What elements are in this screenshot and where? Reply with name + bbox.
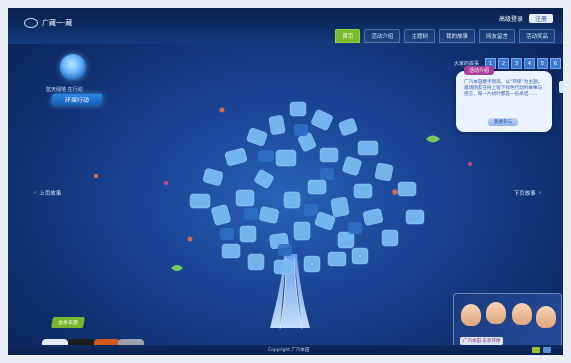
car-lineup-badge: 全系车型 (51, 317, 85, 328)
page-button-5[interactable]: 5 (537, 58, 549, 69)
chevron-right-icon: › (538, 190, 541, 196)
promo-caption: 广汽本田 乐享环保 (460, 337, 504, 345)
person-icon (512, 303, 532, 325)
page-button-4[interactable]: 4 (524, 58, 536, 69)
promo-banner[interactable]: 广汽本田 乐享环保 (453, 293, 562, 349)
next-story-label: 下页故事 (513, 191, 536, 197)
prev-story-label: 上页故事 (39, 191, 62, 197)
footer-bar: Copyright 广汽本田 (8, 345, 563, 355)
prev-story-link[interactable]: ‹ 上页故事 (34, 189, 61, 197)
person-icon (536, 306, 556, 328)
footer-icons (532, 347, 551, 353)
chevron-left-icon: ‹ (34, 190, 37, 196)
person-icon (486, 302, 506, 324)
join-button[interactable]: 我要参与 (488, 118, 518, 126)
share-icon[interactable] (543, 347, 551, 353)
page-button-3[interactable]: 3 (511, 58, 523, 69)
info-text: 广汽本田携手新浪，以“环保”为主题，邀请网友在树上留下绿色行动的故事与感言，每一… (464, 80, 543, 97)
person-icon (461, 304, 481, 326)
next-story-link[interactable]: 下页故事 › (514, 189, 541, 197)
info-tag: 活动介绍 (464, 66, 495, 75)
main-frame: 广藏一·藏 高级登录 注册 首页 活动介绍 主题树 我的故事 网友留言 活动奖品… (8, 8, 563, 355)
page-button-6[interactable]: 6 (550, 58, 562, 69)
page-button-2[interactable]: 2 (498, 58, 510, 69)
footer-text: Copyright 广汽本田 (268, 348, 310, 353)
side-toggle-top[interactable] (559, 81, 563, 93)
share-icon[interactable] (532, 347, 540, 353)
info-panel: 活动介绍 广汽本田携手新浪，以“环保”为主题，邀请网友在树上留下绿色行动的故事与… (456, 66, 552, 132)
